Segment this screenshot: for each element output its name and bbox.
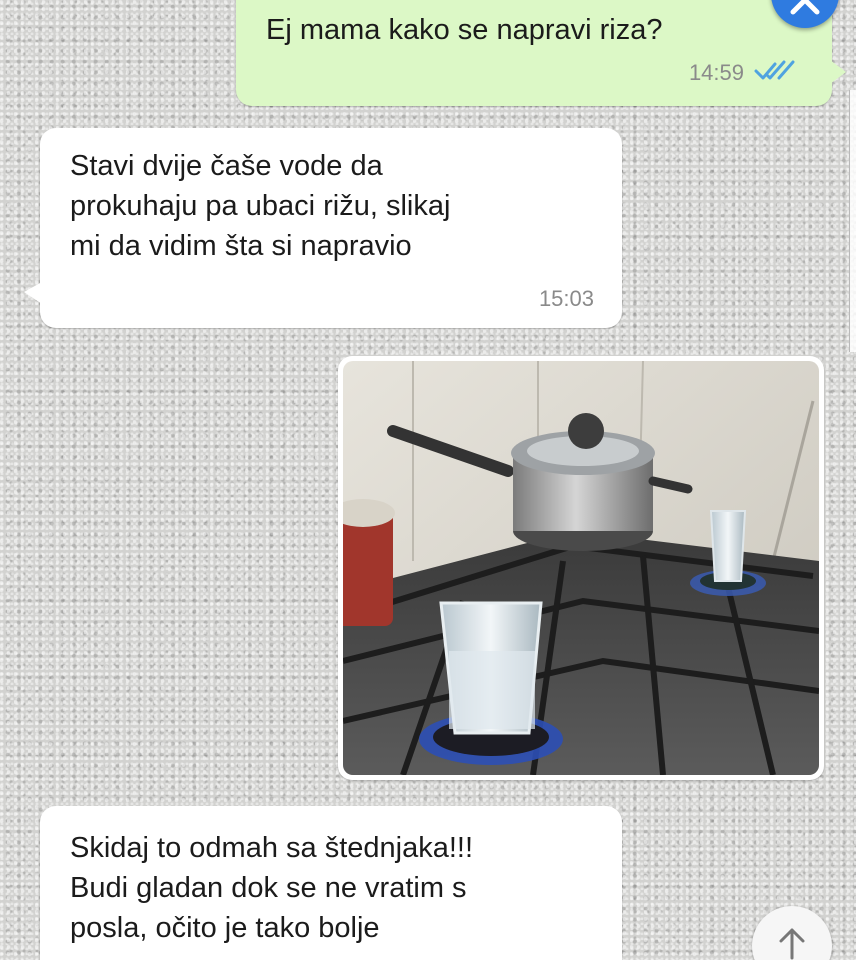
message-time: 15:03 (538, 286, 594, 311)
incoming-message-bubble[interactable]: Skidaj to odmah sa štednjaka!!! Budi gla… (40, 806, 622, 960)
message-text: Stavi dvije čaše vode da prokuhaju pa ub… (70, 150, 451, 262)
message-time: 14:59 (688, 60, 744, 85)
arrow-up-icon (779, 928, 805, 960)
double-check-icon (754, 60, 795, 80)
scroll-to-top-button[interactable] (752, 906, 832, 960)
close-icon (790, 0, 820, 15)
scrollbar[interactable] (849, 90, 856, 352)
photo-message-bubble[interactable] (338, 356, 824, 780)
stove-photo[interactable] (343, 361, 819, 775)
outgoing-message-bubble[interactable]: Ej mama kako se napravi riza? 14:59 (236, 0, 846, 106)
message-text: Skidaj to odmah sa štednjaka!!! Budi gla… (70, 832, 474, 944)
message-text: Ej mama kako se napravi riza? (266, 14, 663, 46)
incoming-message-bubble[interactable]: Stavi dvije čaše vode da prokuhaju pa ub… (24, 128, 622, 328)
